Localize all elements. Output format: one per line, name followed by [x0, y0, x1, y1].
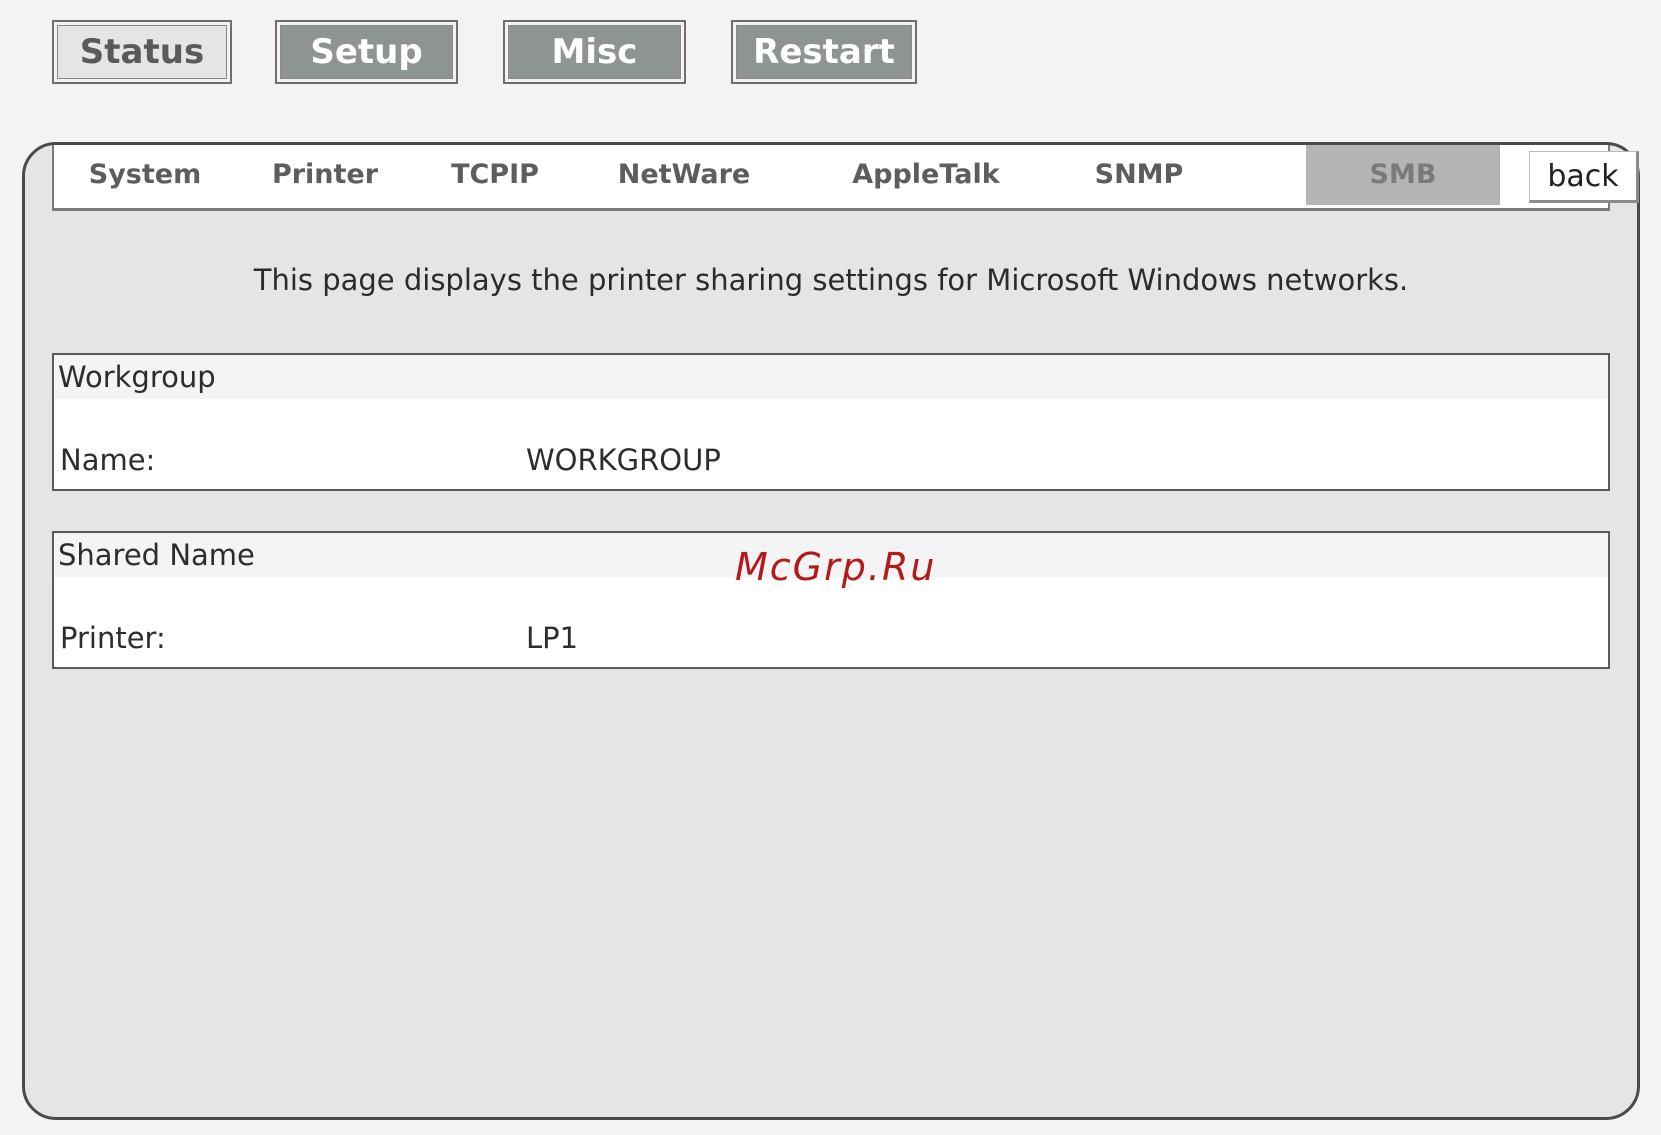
misc-button-label: Misc: [508, 25, 681, 79]
back-button[interactable]: back: [1529, 151, 1639, 203]
tab-printer[interactable]: Printer: [250, 145, 400, 205]
watermark-text: McGrp.Ru: [735, 545, 937, 589]
tab-tcpip[interactable]: TCPIP: [430, 145, 560, 205]
tab-system[interactable]: System: [62, 145, 228, 205]
setup-button[interactable]: Setup: [275, 20, 458, 84]
misc-button[interactable]: Misc: [503, 20, 686, 84]
tab-bar: System Printer TCPIP NetWare AppleTalk S…: [52, 145, 1639, 211]
shared-printer-value: LP1: [526, 621, 579, 655]
restart-button[interactable]: Restart: [731, 20, 917, 84]
status-button-label: Status: [57, 25, 227, 79]
tab-smb[interactable]: SMB: [1306, 145, 1500, 205]
setup-button-label: Setup: [280, 25, 453, 79]
tab-snmp[interactable]: SNMP: [1074, 145, 1204, 205]
restart-button-label: Restart: [736, 25, 912, 79]
tab-appletalk[interactable]: AppleTalk: [826, 145, 1026, 205]
workgroup-header: Workgroup: [54, 355, 1608, 399]
shared-printer-label: Printer:: [60, 621, 166, 655]
workgroup-name-value: WORKGROUP: [526, 443, 721, 477]
status-button[interactable]: Status: [52, 20, 232, 84]
workgroup-name-label: Name:: [60, 443, 156, 477]
tab-netware[interactable]: NetWare: [594, 145, 774, 205]
page-description: This page displays the printer sharing s…: [253, 263, 1409, 297]
workgroup-section: Workgroup Name: WORKGROUP: [52, 353, 1610, 491]
main-panel: System Printer TCPIP NetWare AppleTalk S…: [22, 142, 1640, 1120]
